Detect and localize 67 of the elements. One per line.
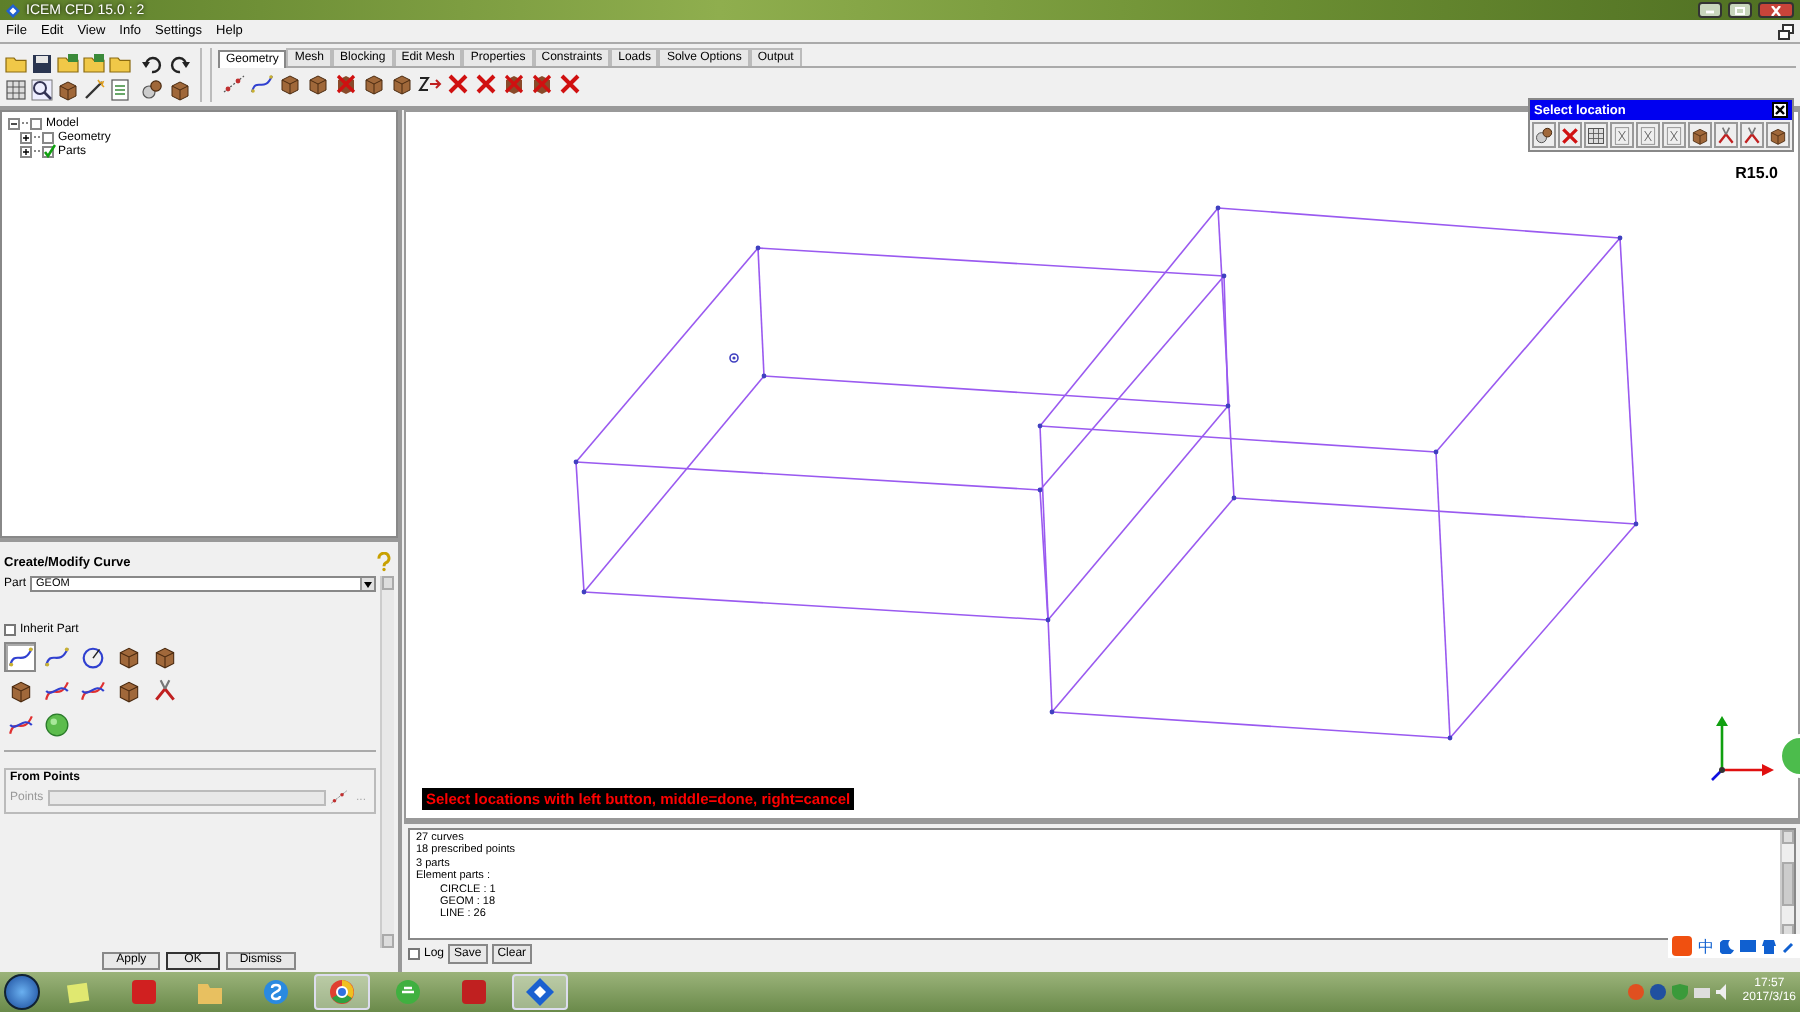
select-points-icon[interactable] xyxy=(329,788,348,806)
close-button[interactable] xyxy=(1758,2,1794,18)
open-folder-icon[interactable] xyxy=(4,52,28,76)
dropdown-arrow-icon xyxy=(364,581,372,587)
mesh-icon[interactable] xyxy=(4,78,28,102)
app-logo-icon xyxy=(6,3,20,17)
undo-icon[interactable] xyxy=(140,52,164,76)
redo-icon[interactable] xyxy=(168,52,192,76)
cube-icon[interactable] xyxy=(306,72,330,96)
cube-icon[interactable] xyxy=(390,72,414,96)
chrome-icon[interactable] xyxy=(328,978,356,1006)
folder-icon[interactable] xyxy=(82,52,106,76)
curve-icon[interactable] xyxy=(250,72,274,96)
checkbox[interactable] xyxy=(42,130,56,144)
axis-triad-icon xyxy=(1706,714,1778,786)
xyz-icon[interactable] xyxy=(1664,125,1684,145)
xyz-icon[interactable] xyxy=(1612,125,1632,145)
zoom-icon[interactable] xyxy=(30,78,54,102)
minimize-button[interactable] xyxy=(1698,2,1722,18)
cube-icon[interactable] xyxy=(278,72,302,96)
maximize-button[interactable] xyxy=(1728,2,1752,18)
delete-icon[interactable] xyxy=(1560,125,1580,145)
delete-icon[interactable] xyxy=(446,72,470,96)
maximize-icon xyxy=(1734,5,1746,15)
expand-icon[interactable] xyxy=(20,131,32,143)
expand-icon[interactable] xyxy=(20,145,32,157)
close-button[interactable] xyxy=(1772,102,1788,118)
wand-icon[interactable] xyxy=(82,78,106,102)
delete-icon[interactable] xyxy=(530,72,554,96)
points-field[interactable] xyxy=(47,789,326,805)
xyz-icon[interactable] xyxy=(1638,125,1658,145)
cube-icon[interactable] xyxy=(168,78,192,102)
folder-icon[interactable] xyxy=(108,52,132,76)
cube-icon[interactable] xyxy=(1690,125,1710,145)
keyboard-icon[interactable] xyxy=(1740,939,1756,953)
close-icon xyxy=(1770,5,1782,15)
scrollbar[interactable] xyxy=(380,576,394,948)
delete-icon[interactable] xyxy=(474,72,498,96)
cube-icon[interactable] xyxy=(56,78,80,102)
sticky-notes-icon[interactable] xyxy=(64,978,92,1006)
cube-icon[interactable] xyxy=(362,72,386,96)
shirt-icon[interactable] xyxy=(1762,939,1776,953)
moon-icon[interactable] xyxy=(1720,939,1734,953)
points-icon[interactable] xyxy=(222,72,246,96)
delete-icon[interactable] xyxy=(502,72,526,96)
delete-icon[interactable] xyxy=(558,72,582,96)
folder-icon[interactable] xyxy=(56,52,80,76)
cube-icon[interactable] xyxy=(1768,125,1788,145)
screen-select-icon[interactable] xyxy=(1586,125,1606,145)
checkbox[interactable] xyxy=(30,116,44,130)
cube-icon[interactable] xyxy=(334,72,358,96)
wrench-icon[interactable] xyxy=(1782,939,1796,953)
minimize-icon xyxy=(1704,6,1716,14)
version-label: R15.0 xyxy=(1735,164,1778,182)
ime-mode[interactable]: 中 xyxy=(1698,935,1714,957)
checkbox[interactable] xyxy=(408,948,420,960)
scrollbar[interactable] xyxy=(1780,830,1794,938)
start-button[interactable] xyxy=(4,974,40,1010)
axis-arrow-icon[interactable] xyxy=(418,72,442,96)
app-logo-icon[interactable] xyxy=(526,978,554,1006)
save-icon[interactable] xyxy=(30,52,54,76)
restore-icon[interactable] xyxy=(1778,23,1794,39)
collapse-icon[interactable] xyxy=(8,117,20,129)
checkbox[interactable] xyxy=(42,144,56,158)
input-method-icon[interactable] xyxy=(1672,936,1692,956)
checkbox[interactable] xyxy=(4,624,16,636)
close-icon xyxy=(1774,104,1786,116)
